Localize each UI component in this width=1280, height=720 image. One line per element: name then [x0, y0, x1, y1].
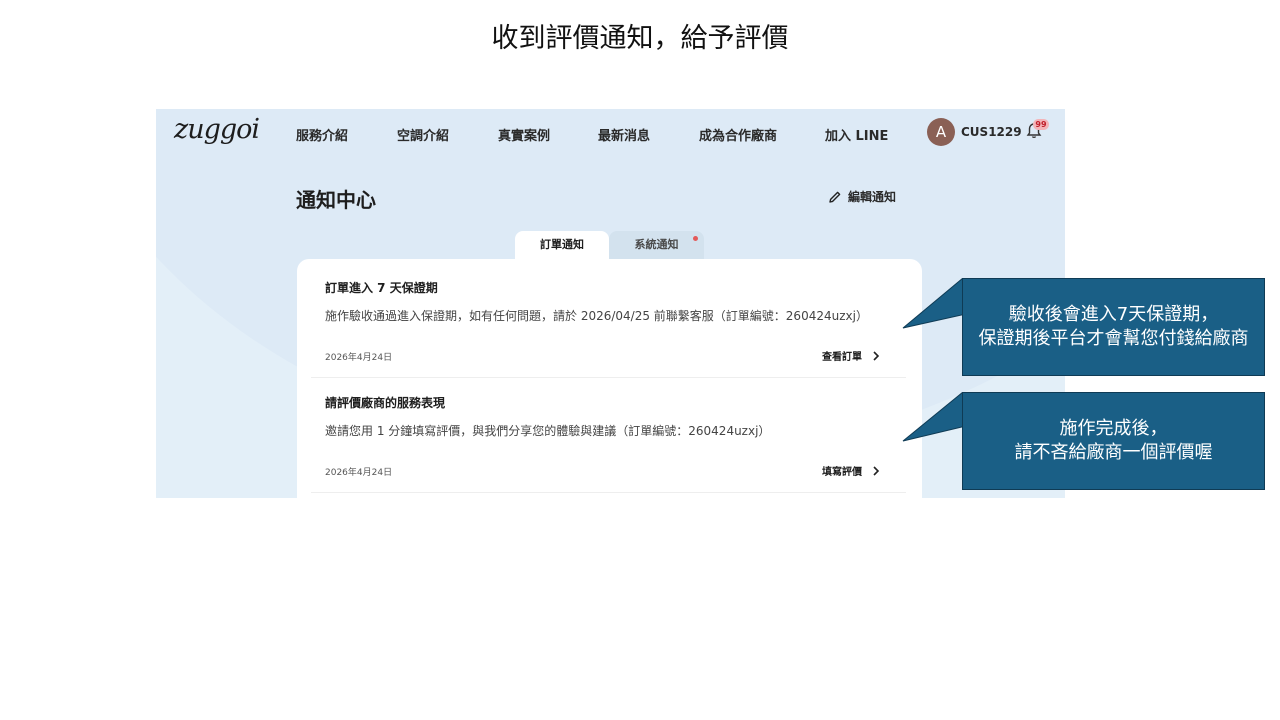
top-band	[156, 97, 1065, 109]
nav-item-cases[interactable]: 真實案例	[498, 125, 550, 144]
notification-title: 訂單進入 7 天保證期	[325, 281, 438, 295]
slide-title: 收到評價通知，給予評價	[491, 23, 789, 54]
unread-dot	[693, 236, 698, 241]
tab-system-notifications[interactable]: 系統通知	[609, 231, 704, 261]
view-order-link[interactable]: 查看訂單	[822, 348, 880, 363]
chevron-right-icon	[873, 350, 880, 361]
callout-text: 施作完成後，	[1059, 418, 1168, 439]
pencil-icon	[829, 191, 841, 203]
nav-item-news[interactable]: 最新消息	[598, 125, 650, 144]
nav-item-aircon[interactable]: 空調介紹	[397, 125, 449, 144]
avatar[interactable]: A	[927, 118, 955, 146]
tab-order-notifications[interactable]: 訂單通知	[515, 231, 609, 261]
nav-item-services[interactable]: 服務介紹	[296, 125, 348, 144]
view-order-label: 查看訂單	[822, 352, 862, 363]
chevron-right-icon	[873, 465, 880, 476]
callout-text: 請不吝給廠商一個評價喔	[1014, 442, 1213, 463]
logo[interactable]: zuggoi	[174, 114, 260, 145]
notification-item[interactable]: 訂單進入 7 天保證期 施作驗收通過進入保證期，如有任何問題，請於 2026/0…	[297, 259, 922, 378]
callout-pointer	[902, 392, 966, 442]
callout-review: 施作完成後， 請不吝給廠商一個評價喔	[962, 392, 1265, 490]
nav-item-line[interactable]: 加入 LINE	[825, 125, 888, 144]
user-name[interactable]: CUS1229	[961, 125, 1022, 139]
callout-text: 驗收後會進入7天保證期，	[1008, 304, 1219, 325]
write-review-link[interactable]: 填寫評價	[822, 463, 880, 478]
notification-body: 施作驗收通過進入保證期，如有任何問題，請於 2026/04/25 前聯繫客服（訂…	[325, 309, 868, 323]
page-title: 通知中心	[296, 188, 376, 212]
notification-date: 2026年4月24日	[325, 468, 393, 478]
notification-date: 2026年4月24日	[325, 353, 393, 363]
callout-warranty: 驗收後會進入7天保證期， 保證期後平台才會幫您付錢給廠商	[962, 278, 1265, 376]
edit-notifications-button[interactable]: 編輯通知	[828, 188, 896, 205]
notification-badge: 99	[1033, 119, 1049, 130]
write-review-label: 填寫評價	[822, 467, 862, 478]
notification-body: 邀請您用 1 分鐘填寫評價，與我們分享您的體驗與建議（訂單編號：260424uz…	[325, 424, 771, 438]
divider	[311, 492, 906, 493]
notification-title: 請評價廠商的服務表現	[325, 396, 446, 410]
notification-list: 訂單進入 7 天保證期 施作驗收通過進入保證期，如有任何問題，請於 2026/0…	[297, 259, 922, 498]
nav-item-partner[interactable]: 成為合作廠商	[699, 125, 777, 144]
callout-text: 保證期後平台才會幫您付錢給廠商	[978, 328, 1249, 349]
edit-notifications-label: 編輯通知	[848, 190, 897, 204]
notification-item[interactable]: 請評價廠商的服務表現 邀請您用 1 分鐘填寫評價，與我們分享您的體驗與建議（訂單…	[297, 374, 922, 493]
callout-pointer	[902, 278, 966, 329]
